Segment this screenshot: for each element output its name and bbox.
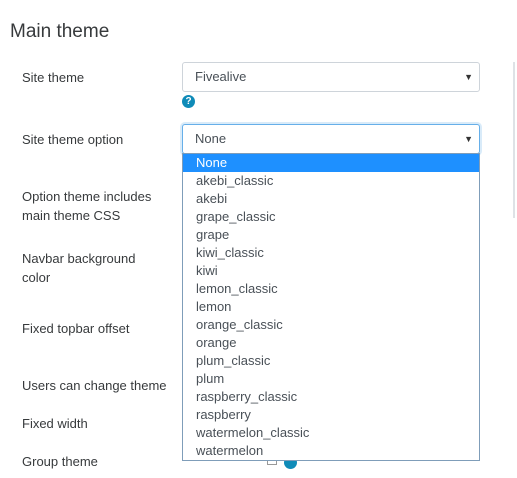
- dropdown-option[interactable]: None: [183, 154, 479, 172]
- group-theme-label: Group theme: [22, 454, 98, 469]
- chevron-down-icon: ▼: [464, 134, 473, 144]
- dropdown-option[interactable]: kiwi_classic: [183, 244, 479, 262]
- theme-option-dropdown-list[interactable]: None akebi_classic akebi grape_classic grape…: [182, 153, 480, 461]
- help-icon[interactable]: ?: [182, 95, 195, 108]
- option-theme-css-label-line1: Option theme includes: [22, 189, 152, 204]
- dropdown-option[interactable]: orange: [183, 334, 479, 352]
- dropdown-option[interactable]: akebi_classic: [183, 172, 479, 190]
- site-theme-value: Fivealive: [195, 69, 247, 84]
- site-theme-label: Site theme: [22, 70, 85, 85]
- dropdown-option[interactable]: grape_classic: [183, 208, 479, 226]
- site-theme-select[interactable]: Fivealive ▼: [182, 62, 480, 92]
- navbar-bg-label-line1: Navbar background: [22, 251, 136, 266]
- option-theme-css-label-line2: main theme CSS: [22, 208, 121, 223]
- users-change-theme-label: Users can change theme: [22, 378, 167, 393]
- dropdown-option[interactable]: lemon: [183, 298, 479, 316]
- dropdown-option[interactable]: watermelon: [183, 442, 479, 460]
- fixed-width-label: Fixed width: [22, 416, 88, 431]
- dropdown-option[interactable]: plum_classic: [183, 352, 479, 370]
- site-theme-option-value: None: [195, 131, 227, 146]
- scrollbar-edge[interactable]: [513, 62, 515, 218]
- dropdown-option[interactable]: raspberry: [183, 406, 479, 424]
- dropdown-option[interactable]: watermelon_classic: [183, 424, 479, 442]
- dropdown-option[interactable]: akebi: [183, 190, 479, 208]
- dropdown-option[interactable]: orange_classic: [183, 316, 479, 334]
- section-title: Main theme: [10, 21, 110, 42]
- chevron-down-icon: ▼: [464, 72, 473, 82]
- dropdown-option[interactable]: kiwi: [183, 262, 479, 280]
- dropdown-option[interactable]: lemon_classic: [183, 280, 479, 298]
- dropdown-option[interactable]: plum: [183, 370, 479, 388]
- site-theme-option-select[interactable]: None ▼: [182, 124, 480, 154]
- fixed-topbar-label: Fixed topbar offset: [22, 321, 130, 336]
- dropdown-option[interactable]: raspberry_classic: [183, 388, 479, 406]
- dropdown-option[interactable]: grape: [183, 226, 479, 244]
- navbar-bg-label-line2: color: [22, 270, 51, 285]
- site-theme-option-label: Site theme option: [22, 132, 124, 147]
